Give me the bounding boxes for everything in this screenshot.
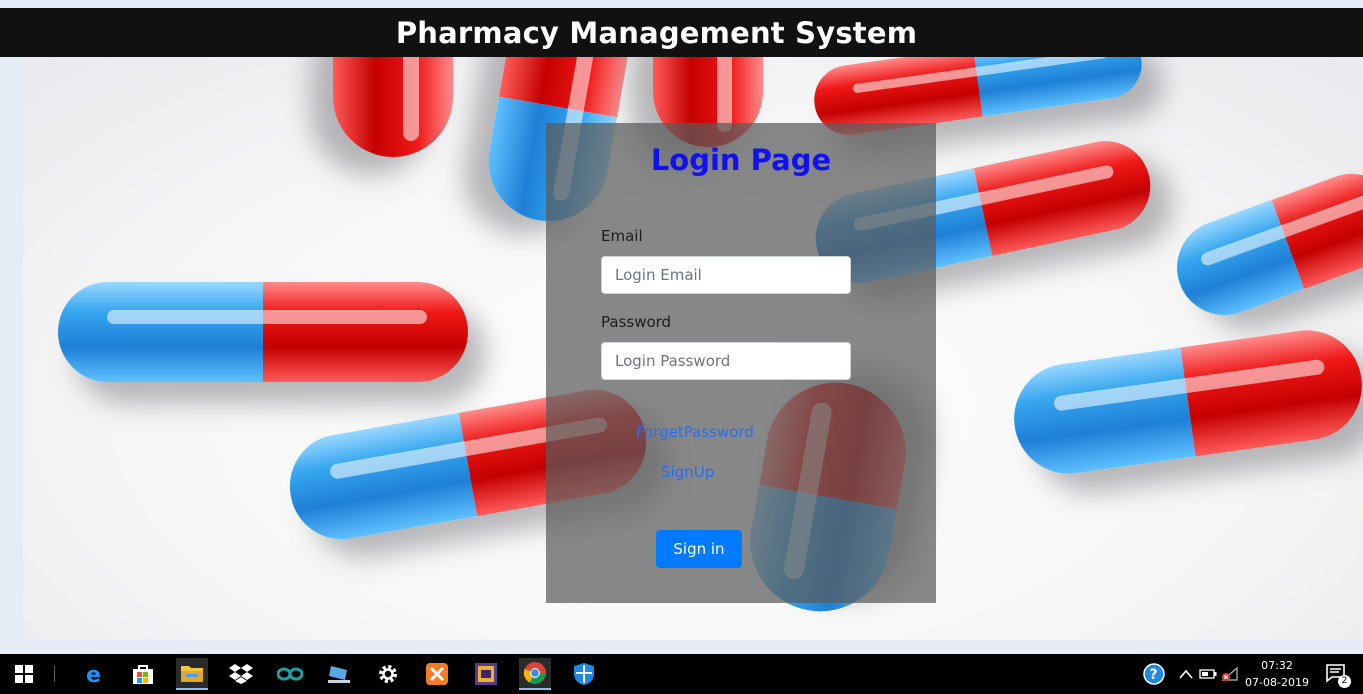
arduino-icon[interactable] (274, 658, 306, 690)
file-explorer-icon[interactable] (176, 658, 208, 690)
capsule-image (1163, 160, 1363, 329)
clock-date[interactable]: 07-08-2019 (1242, 676, 1312, 689)
email-label: Email (601, 227, 643, 245)
chrome-icon[interactable] (519, 658, 551, 690)
capsule-image (1007, 323, 1363, 481)
email-input[interactable] (601, 256, 851, 294)
capsule-image (58, 282, 468, 382)
signup-link[interactable]: SignUp (661, 463, 714, 481)
login-panel: Login Page Email Password ForgetPassword… (546, 123, 936, 603)
svg-text:?: ? (1150, 667, 1158, 683)
xampp-icon[interactable] (421, 658, 453, 690)
windows-taskbar: e ? 07:32 07-08-2019 2 (0, 654, 1363, 694)
settings-gear-icon[interactable] (372, 658, 404, 690)
svg-text:e: e (86, 663, 101, 686)
laptop-app-icon[interactable] (323, 658, 355, 690)
sign-in-button[interactable]: Sign in (656, 530, 742, 568)
store-icon[interactable] (127, 658, 159, 690)
notification-center-icon[interactable]: 2 (1320, 658, 1352, 690)
capsule-image (333, 57, 453, 157)
notification-count-badge: 2 (1338, 675, 1351, 688)
password-label: Password (601, 313, 672, 331)
password-input[interactable] (601, 342, 851, 380)
login-title: Login Page (650, 143, 832, 177)
page-title: Pharmacy Management System (395, 15, 918, 50)
app-icon[interactable] (470, 658, 502, 690)
help-icon[interactable]: ? (1138, 658, 1170, 690)
clock-time[interactable]: 07:32 (1242, 659, 1312, 672)
edge-icon[interactable]: e (79, 658, 111, 690)
defender-shield-icon[interactable] (568, 658, 600, 690)
app-header: Pharmacy Management System (0, 8, 1363, 57)
windows-start-icon[interactable] (8, 658, 40, 690)
forget-password-link[interactable]: ForgetPassword (636, 423, 754, 441)
taskbar-divider (54, 666, 55, 682)
dropbox-icon[interactable] (225, 658, 257, 690)
